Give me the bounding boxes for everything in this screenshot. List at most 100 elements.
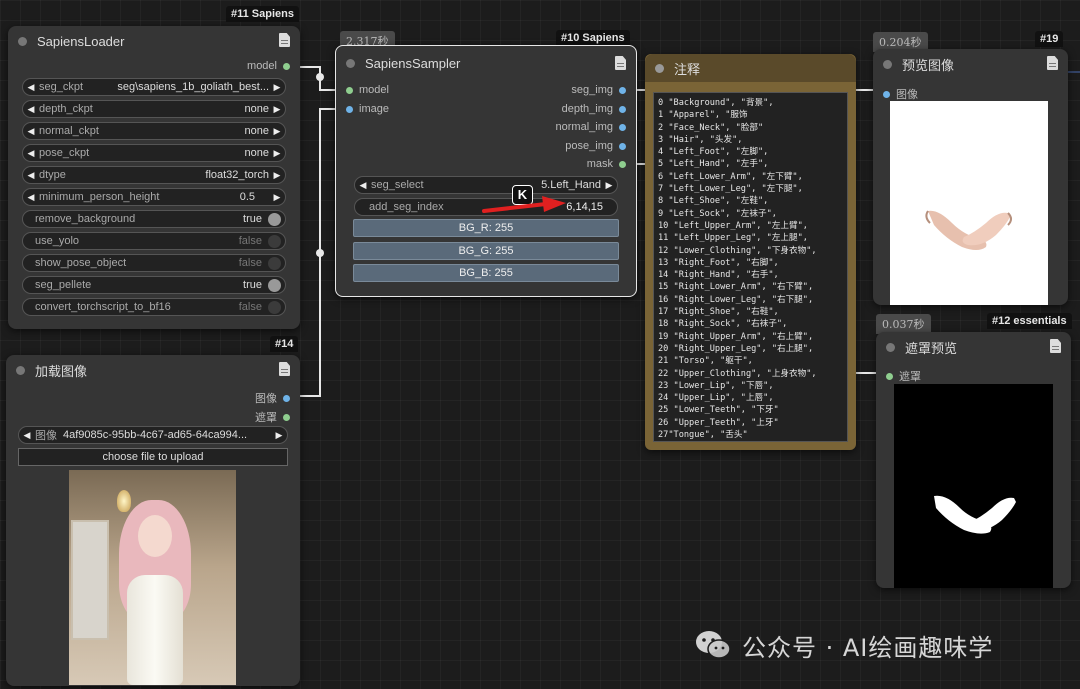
collapse-dot-icon[interactable] [655, 63, 664, 73]
arrow-left-icon[interactable]: ◀ [23, 192, 39, 203]
note-line: 3 "Hair", "头发", [658, 134, 743, 145]
slot-dot-icon[interactable] [283, 413, 290, 421]
collapse-dot-icon[interactable] [346, 58, 355, 68]
node-header[interactable]: 遮罩预览 [876, 332, 1071, 362]
node-header[interactable]: 加载图像 [6, 355, 300, 385]
combo-dtype[interactable]: ◀ dtype float32_torch ▶ [22, 166, 286, 184]
mask-preview-node[interactable]: 遮罩预览 遮罩 [876, 332, 1071, 588]
arrow-right-icon[interactable]: ▶ [269, 82, 285, 93]
node-title: 遮罩预览 [905, 340, 958, 356]
note-line: 26 "Upper_Teeth", "上牙" [658, 417, 779, 428]
node-header[interactable]: SapiensLoader [8, 26, 300, 56]
output-slot-normal-img[interactable]: normal_img [556, 121, 626, 133]
document-icon[interactable] [279, 362, 290, 376]
output-slot-mask[interactable]: mask [587, 158, 626, 170]
bg-b-slider[interactable]: BG_B: 255 [353, 264, 619, 282]
arrow-right-icon[interactable]: ▶ [269, 170, 285, 181]
arrow-right-icon[interactable]: ▶ [269, 126, 285, 137]
arrow-left-icon[interactable]: ◀ [23, 170, 39, 181]
slot-dot-icon[interactable] [346, 105, 353, 113]
slot-dot-icon[interactable] [619, 160, 626, 168]
slot-label: 图像 [896, 89, 918, 101]
collapse-dot-icon[interactable] [886, 342, 895, 352]
input-slot-mask[interactable]: 遮罩 [886, 368, 921, 384]
arrow-left-icon[interactable]: ◀ [23, 104, 39, 115]
note-line: 25 "Lower_Teeth", "下牙" [658, 405, 779, 416]
arrow-right-icon[interactable]: ▶ [601, 180, 617, 191]
arrow-left-icon[interactable]: ◀ [19, 430, 35, 441]
toggle-remove-background[interactable]: remove_background true [22, 210, 286, 228]
toggle-on-icon[interactable] [268, 212, 281, 226]
output-slot-seg-img[interactable]: seg_img [571, 84, 626, 96]
load-image-node[interactable]: 加载图像 图像 遮罩 ◀ 图像 4af9085c-95bb-4c67-ad65-… [6, 355, 300, 686]
combo-pose-ckpt[interactable]: ◀ pose_ckpt none ▶ [22, 144, 286, 162]
bg-g-slider[interactable]: BG_G: 255 [353, 242, 619, 260]
combo-depth-ckpt[interactable]: ◀ depth_ckpt none ▶ [22, 100, 286, 118]
combo-image-file[interactable]: ◀ 图像 4af9085c-95bb-4c67-ad65-64ca994... … [18, 426, 288, 444]
toggle-off-icon[interactable] [268, 234, 281, 248]
widget-label: dtype [39, 169, 66, 181]
slot-dot-icon[interactable] [283, 394, 290, 402]
slot-dot-icon[interactable] [619, 105, 626, 113]
node-header[interactable]: 预览图像 [873, 49, 1068, 79]
bg-r-slider[interactable]: BG_R: 255 [353, 219, 619, 237]
document-icon[interactable] [279, 33, 290, 47]
combo-seg-ckpt[interactable]: ◀ seg_ckpt seg\sapiens_1b_goliath_best..… [22, 78, 286, 96]
output-slot-image[interactable]: 图像 [255, 390, 290, 406]
collapse-dot-icon[interactable] [883, 59, 892, 69]
toggle-convert-torchscript-to-bf16[interactable]: convert_torchscript_to_bf16 false [22, 298, 286, 316]
toggle-off-icon[interactable] [268, 256, 281, 270]
toggle-use-yolo[interactable]: use_yolo false [22, 232, 286, 250]
slot-label: 遮罩 [899, 371, 921, 383]
slot-dot-icon[interactable] [619, 86, 626, 94]
combo-seg-select[interactable]: ◀ seg_select 5.Left_Hand ▶ [354, 176, 618, 194]
note-node[interactable]: 注释 0 "Background", "背景", 1 "Apparel", "服饰… [645, 54, 856, 450]
slot-dot-icon[interactable] [619, 123, 626, 131]
input-slot-image[interactable]: image [346, 103, 389, 115]
collapse-dot-icon[interactable] [16, 365, 25, 375]
arrow-left-icon[interactable]: ◀ [23, 126, 39, 137]
input-slot-model[interactable]: model [346, 84, 389, 96]
slot-dot-icon[interactable] [883, 90, 890, 98]
slot-dot-icon[interactable] [283, 62, 290, 70]
slot-dot-icon[interactable] [619, 142, 626, 150]
upload-button[interactable]: choose file to upload [18, 448, 288, 466]
toggle-on-icon[interactable] [268, 278, 281, 292]
widget-label: show_pose_object [35, 257, 127, 269]
arrow-left-icon[interactable]: ◀ [355, 180, 371, 191]
output-slot-mask[interactable]: 遮罩 [255, 409, 290, 425]
note-line: 5 "Left_Hand", "左手", [658, 159, 769, 170]
window-shape [71, 520, 109, 640]
number-minimum-person-height[interactable]: ◀ minimum_person_height 0.5 ▶ [22, 188, 286, 206]
collapse-dot-icon[interactable] [18, 36, 27, 46]
toggle-seg-pellete[interactable]: seg_pellete true [22, 276, 286, 294]
combo-normal-ckpt[interactable]: ◀ normal_ckpt none ▶ [22, 122, 286, 140]
node-id-badge: #19 [1035, 31, 1064, 47]
output-slot-model[interactable]: model [247, 60, 290, 72]
arrow-right-icon[interactable]: ▶ [271, 430, 287, 441]
sapiens-loader-node[interactable]: SapiensLoader model ◀ seg_ckpt seg\sapie… [8, 26, 300, 329]
slot-dot-icon[interactable] [346, 86, 353, 94]
node-header[interactable]: SapiensSampler [336, 46, 636, 80]
document-icon[interactable] [1050, 339, 1061, 353]
arrow-left-icon[interactable]: ◀ [23, 148, 39, 159]
document-icon[interactable] [615, 56, 626, 70]
preview-image-node[interactable]: 预览图像 图像 [873, 49, 1068, 305]
toggle-show-pose-object[interactable]: show_pose_object false [22, 254, 286, 272]
output-slot-pose-img[interactable]: pose_img [565, 140, 626, 152]
widget-value: float32_torch [205, 169, 269, 181]
slot-dot-icon[interactable] [886, 372, 893, 380]
output-slot-depth-img[interactable]: depth_img [562, 103, 626, 115]
node-header[interactable]: 注释 [645, 54, 856, 82]
note-textarea[interactable]: 0 "Background", "背景", 1 "Apparel", "服饰 2 "… [653, 92, 848, 442]
sapiens-sampler-node[interactable]: SapiensSampler model image seg_img depth… [335, 45, 637, 297]
arrow-right-icon[interactable]: ▶ [269, 104, 285, 115]
document-icon[interactable] [1047, 56, 1058, 70]
wechat-logo-icon [696, 631, 731, 659]
toggle-off-icon[interactable] [268, 300, 281, 314]
arrow-right-icon[interactable]: ▶ [269, 148, 285, 159]
input-slot-image[interactable]: 图像 [883, 86, 918, 102]
arrow-left-icon[interactable]: ◀ [23, 82, 39, 93]
note-line: 11 "Left_Upper_Leg", "左上腿", [658, 233, 808, 244]
arrow-right-icon[interactable]: ▶ [269, 192, 285, 203]
